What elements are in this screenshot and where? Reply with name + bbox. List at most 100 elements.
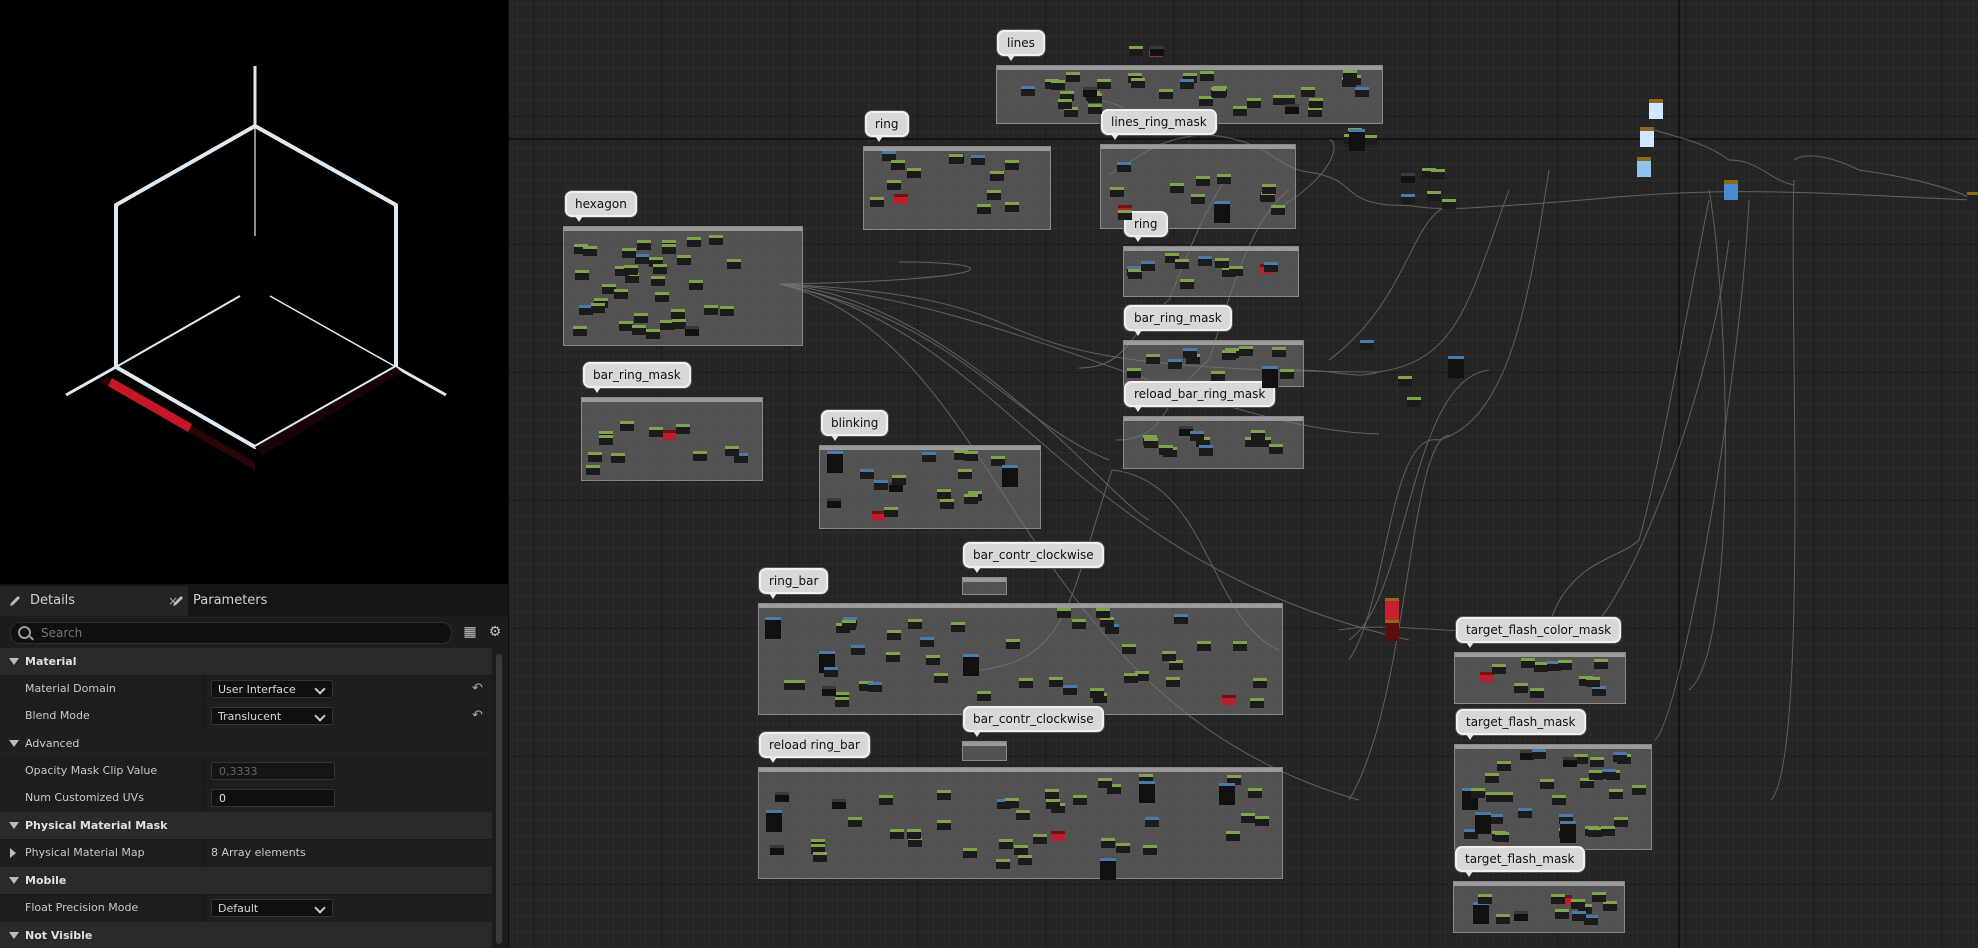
graph-node[interactable] bbox=[1284, 104, 1299, 115]
graph-node[interactable] bbox=[1071, 619, 1086, 630]
graph-node[interactable] bbox=[1613, 817, 1628, 828]
graph-node[interactable] bbox=[1558, 659, 1573, 670]
settings-gear-icon[interactable]: ⚙ bbox=[487, 624, 503, 640]
graph-node[interactable] bbox=[1470, 788, 1485, 799]
graph-node[interactable] bbox=[821, 685, 836, 696]
graph-node[interactable] bbox=[1101, 838, 1116, 849]
graph-node[interactable] bbox=[1563, 757, 1578, 768]
graph-node[interactable] bbox=[1262, 183, 1277, 194]
graph-node[interactable] bbox=[1246, 98, 1261, 108]
graph-node[interactable] bbox=[1232, 106, 1247, 117]
graph-node[interactable] bbox=[1249, 698, 1264, 709]
graph-node[interactable] bbox=[1144, 817, 1159, 828]
graph-node[interactable] bbox=[990, 170, 1005, 181]
graph-node[interactable] bbox=[1555, 909, 1570, 920]
graph-node[interactable] bbox=[1046, 798, 1061, 809]
graph-node[interactable] bbox=[1552, 795, 1567, 806]
graph-node[interactable] bbox=[1198, 256, 1213, 267]
graph-node[interactable] bbox=[1531, 748, 1546, 759]
graph-node[interactable] bbox=[1550, 893, 1565, 904]
color-parameter-node[interactable] bbox=[1724, 180, 1738, 200]
num-customized-uvs-field[interactable]: 0 bbox=[211, 789, 335, 807]
graph-node[interactable] bbox=[1480, 672, 1495, 683]
graph-node[interactable] bbox=[1518, 807, 1533, 818]
graph-node[interactable] bbox=[1308, 98, 1323, 109]
graph-node[interactable] bbox=[1066, 71, 1081, 82]
graph-node[interactable] bbox=[1180, 78, 1195, 89]
graph-node[interactable] bbox=[1300, 87, 1315, 98]
graph-node[interactable] bbox=[685, 326, 700, 337]
graph-node[interactable] bbox=[1183, 348, 1198, 359]
graph-node[interactable] bbox=[1174, 614, 1189, 625]
graph-node[interactable] bbox=[1058, 99, 1073, 110]
graph-node[interactable] bbox=[826, 497, 841, 508]
comment-label-reload-bar-ring-mask[interactable]: reload_bar_ring_mask bbox=[1124, 381, 1276, 412]
graph-node[interactable] bbox=[1159, 445, 1174, 456]
comment-label-bar-contr-clockwise-2[interactable]: bar_contr_clockwise bbox=[963, 706, 1104, 737]
graph-node[interactable] bbox=[1033, 834, 1048, 845]
graph-node[interactable] bbox=[645, 329, 660, 340]
graph-node[interactable] bbox=[1144, 437, 1159, 448]
graph-node[interactable] bbox=[1110, 187, 1125, 198]
comment-label-reload-ring-bar[interactable]: reload ring_bar bbox=[759, 732, 870, 763]
comment-label-ring-1[interactable]: ring bbox=[865, 111, 909, 142]
graph-node[interactable] bbox=[1180, 279, 1195, 290]
graph-node[interactable] bbox=[727, 259, 742, 270]
graph-node[interactable] bbox=[963, 847, 978, 858]
graph-node[interactable] bbox=[1129, 46, 1144, 57]
graph-node[interactable] bbox=[598, 435, 613, 446]
graph-node[interactable] bbox=[1222, 695, 1237, 706]
graph-node[interactable] bbox=[1594, 659, 1609, 670]
comment-box-bar-contr-clockwise-1[interactable] bbox=[962, 577, 1007, 595]
graph-node[interactable] bbox=[906, 168, 921, 179]
color-parameter-node[interactable] bbox=[1640, 127, 1654, 147]
graph-node[interactable] bbox=[1279, 368, 1294, 379]
comment-label-ring-bar[interactable]: ring_bar bbox=[759, 568, 829, 599]
graph-node[interactable] bbox=[834, 697, 849, 708]
graph-node[interactable] bbox=[1221, 349, 1236, 360]
comment-label-lines-ring-mask[interactable]: lines_ring_mask bbox=[1101, 109, 1217, 140]
graph-node[interactable] bbox=[1631, 784, 1646, 795]
graph-node[interactable] bbox=[860, 468, 875, 479]
graph-node[interactable] bbox=[894, 193, 909, 204]
graph-node[interactable] bbox=[1360, 340, 1375, 351]
graph-node[interactable] bbox=[648, 426, 663, 437]
graph-node[interactable] bbox=[812, 852, 827, 863]
table-view-icon[interactable]: ▦ bbox=[462, 624, 478, 640]
comment-label-hexagon[interactable]: hexagon bbox=[565, 191, 637, 222]
graph-node[interactable] bbox=[919, 636, 934, 647]
graph-node[interactable] bbox=[1442, 198, 1457, 209]
graph-node[interactable] bbox=[851, 644, 866, 655]
material-domain-dropdown[interactable]: User Interface bbox=[211, 680, 333, 698]
graph-node[interactable] bbox=[1099, 857, 1116, 880]
comment-label-blinking[interactable]: blinking bbox=[821, 410, 889, 441]
graph-node[interactable] bbox=[922, 451, 937, 462]
graph-node[interactable] bbox=[1121, 644, 1136, 655]
graph-node[interactable] bbox=[1088, 103, 1103, 114]
graph-node[interactable] bbox=[886, 179, 901, 190]
graph-node[interactable] bbox=[925, 654, 940, 665]
graph-node[interactable] bbox=[934, 672, 949, 683]
graph-node[interactable] bbox=[1169, 183, 1184, 194]
graph-node[interactable] bbox=[874, 480, 889, 491]
graph-node[interactable] bbox=[1495, 832, 1510, 843]
graph-node[interactable] bbox=[1520, 658, 1535, 669]
graph-node[interactable] bbox=[574, 270, 589, 281]
graph-node[interactable] bbox=[623, 264, 638, 275]
graph-node[interactable] bbox=[1050, 831, 1065, 842]
graph-node[interactable] bbox=[1263, 261, 1278, 272]
graph-node[interactable] bbox=[885, 652, 900, 663]
graph-node[interactable] bbox=[1239, 346, 1254, 357]
graph-node[interactable] bbox=[1447, 356, 1464, 379]
graph-node[interactable] bbox=[1426, 190, 1441, 201]
graph-node[interactable] bbox=[1485, 773, 1500, 784]
graph-node[interactable] bbox=[635, 253, 650, 264]
graph-node[interactable] bbox=[1271, 204, 1286, 215]
graph-node[interactable] bbox=[1570, 898, 1585, 909]
graph-node[interactable] bbox=[1233, 640, 1248, 651]
graph-node[interactable] bbox=[1162, 651, 1177, 662]
section-physical-material-mask[interactable]: Physical Material Mask bbox=[0, 812, 492, 840]
graph-node[interactable] bbox=[1514, 682, 1529, 693]
comment-label-lines[interactable]: lines bbox=[997, 30, 1045, 61]
graph-node[interactable] bbox=[847, 816, 862, 827]
